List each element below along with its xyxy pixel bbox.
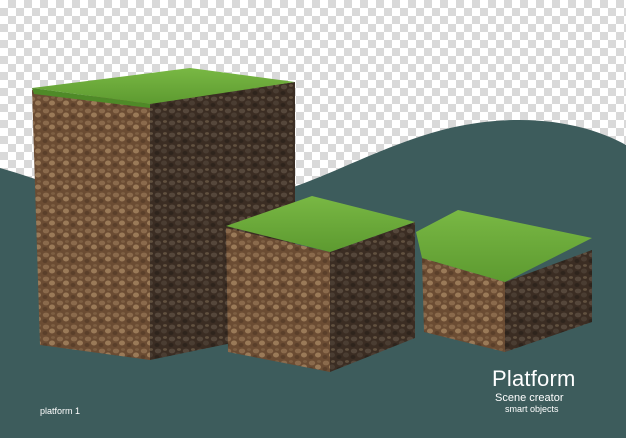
scene-canvas: Platform Scene creator smart objects pla… bbox=[0, 0, 626, 438]
caption-title: Platform bbox=[492, 366, 576, 391]
medium-grass-block bbox=[226, 196, 415, 372]
caption-tagline: smart objects bbox=[505, 404, 559, 414]
caption-subtitle: Scene creator bbox=[495, 392, 564, 404]
corner-label: platform 1 bbox=[40, 406, 81, 416]
